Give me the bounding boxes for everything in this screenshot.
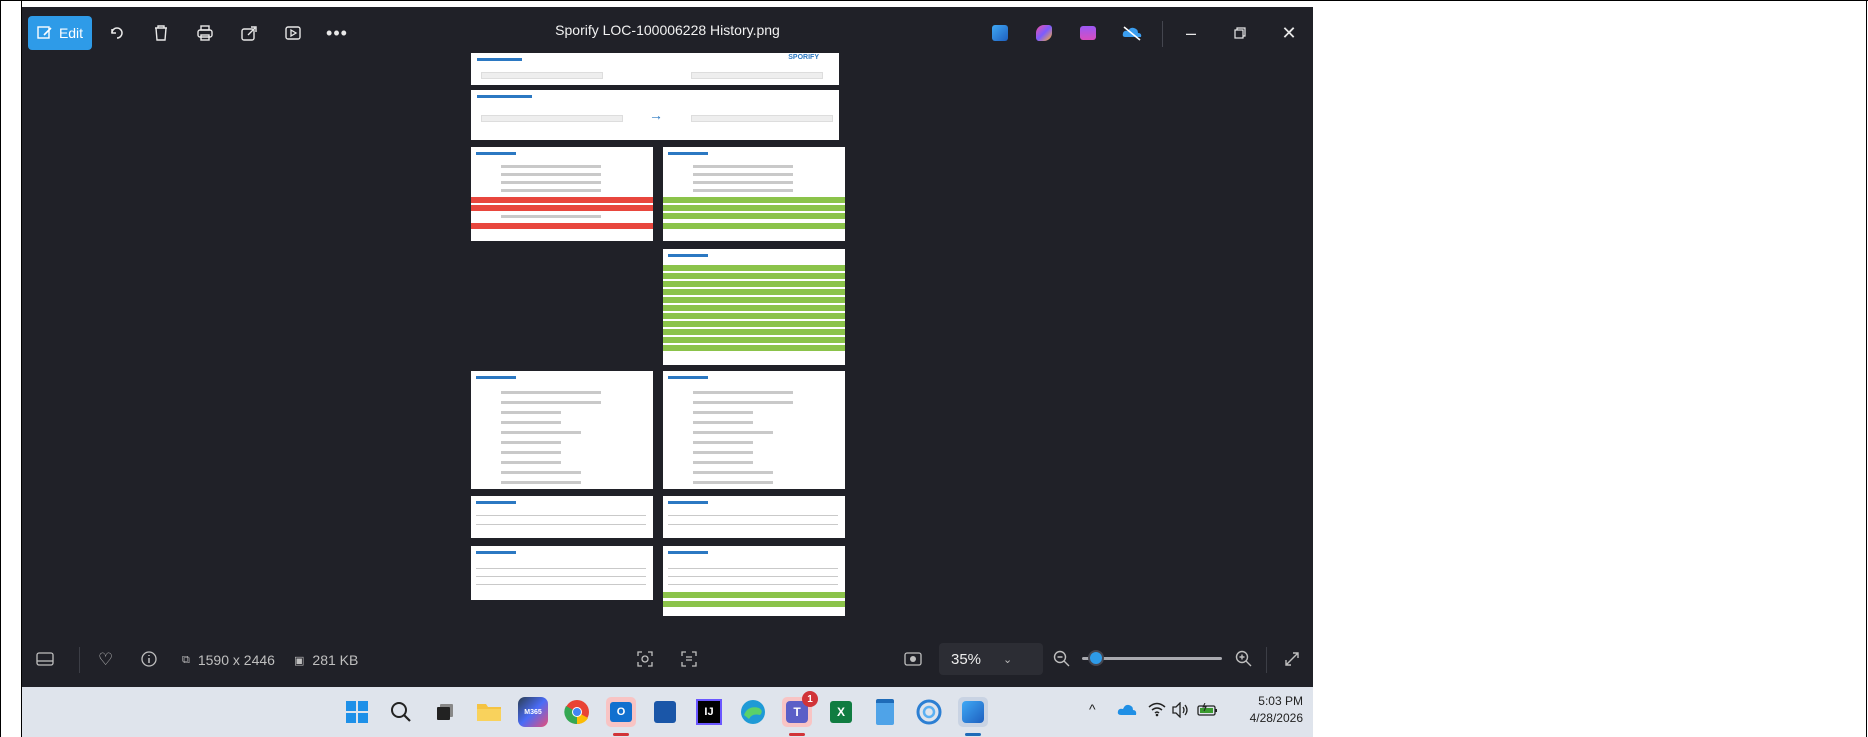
- edge-icon[interactable]: [738, 697, 768, 727]
- outer-border-top: [0, 0, 1868, 1]
- task-view-icon[interactable]: [430, 697, 460, 727]
- tray-overflow-icon[interactable]: ^: [1089, 701, 1096, 717]
- doc-mapping-right: [663, 546, 845, 616]
- doc-language-english-left: [471, 371, 653, 489]
- minimize-button[interactable]: –: [1174, 16, 1208, 50]
- ocr-text-icon[interactable]: [680, 650, 698, 668]
- taskbar: M365 O IJ T 1 X ^ 5:03 PM 4/28/2026: [22, 687, 1313, 737]
- zoom-out-icon[interactable]: [1053, 650, 1071, 668]
- zoom-dropdown[interactable]: 35% ⌄: [939, 643, 1043, 675]
- file-explorer-icon[interactable]: [474, 697, 504, 727]
- chrome-icon[interactable]: [562, 697, 592, 727]
- outlook-active-indicator: [613, 733, 629, 736]
- teams-badge: 1: [802, 691, 818, 707]
- copilot-taskbar-icon[interactable]: [914, 697, 944, 727]
- photos-window: Edit ••• Sporify LOC-100006228 History.p…: [22, 7, 1313, 687]
- dimensions-text: 1590 x 2446: [197, 652, 275, 668]
- start-icon[interactable]: [342, 697, 372, 727]
- image-canvas[interactable]: SPORIFY →: [22, 53, 1313, 641]
- clock-time: 5:03 PM: [1258, 694, 1303, 708]
- clock[interactable]: 5:03 PM 4/28/2026: [1237, 693, 1303, 727]
- doc-language-english-right: [663, 371, 845, 489]
- onedrive-tray-icon[interactable]: [1117, 703, 1137, 721]
- m365-icon[interactable]: M365: [518, 697, 548, 727]
- file-size-text: 281 KB: [312, 652, 359, 668]
- doc-location-details-right: [663, 147, 845, 241]
- doc-identifiers-left: [471, 496, 653, 538]
- doc-identifiers-right: [663, 496, 845, 538]
- doc-header-panel: SPORIFY: [471, 53, 839, 85]
- battery-icon[interactable]: [1197, 702, 1219, 722]
- bb-divider-1: [79, 647, 80, 673]
- teams-active-indicator: [789, 733, 805, 736]
- file-size: ▣ 281 KB: [294, 652, 358, 668]
- sporify-logo: SPORIFY: [788, 54, 819, 61]
- intellij-icon[interactable]: IJ: [694, 697, 724, 727]
- outlook-icon[interactable]: O: [606, 697, 636, 727]
- excel-icon[interactable]: X: [826, 697, 856, 727]
- restore-button[interactable]: [1223, 16, 1257, 50]
- zoom-value: 35%: [951, 650, 982, 668]
- doc-compare-panel: →: [471, 90, 839, 140]
- teams-icon[interactable]: T 1: [782, 691, 818, 727]
- arrow-right-icon: →: [649, 107, 663, 123]
- fit-screen-icon[interactable]: [904, 651, 922, 667]
- copilot-icon[interactable]: [1027, 16, 1061, 50]
- doc-location-details-left: [471, 147, 653, 241]
- info-icon[interactable]: [141, 651, 157, 667]
- notepad-icon[interactable]: [870, 697, 900, 727]
- zoom-in-icon[interactable]: [1235, 650, 1253, 668]
- onedrive-off-icon[interactable]: [1115, 16, 1149, 50]
- dimensions-icon: ⧉: [182, 653, 190, 666]
- bb-divider-2: [1266, 647, 1267, 673]
- close-button[interactable]: ✕: [1272, 16, 1306, 50]
- clock-date: 4/28/2026: [1249, 711, 1303, 725]
- volume-icon[interactable]: [1172, 701, 1190, 723]
- filmstrip-icon[interactable]: [36, 652, 54, 666]
- fullscreen-icon[interactable]: [1283, 650, 1301, 668]
- wifi-icon[interactable]: [1148, 701, 1166, 721]
- zoom-slider-thumb[interactable]: [1088, 650, 1105, 666]
- photos-app-icon[interactable]: [958, 697, 988, 727]
- photos-active-indicator: [965, 733, 981, 736]
- clipchamp-icon[interactable]: [1071, 16, 1105, 50]
- search-icon[interactable]: [386, 697, 416, 727]
- outer-border-right: [1866, 0, 1867, 737]
- image-dimensions: ⧉ 1590 x 2446: [182, 652, 275, 668]
- zoom-slider[interactable]: [1082, 647, 1222, 669]
- favorite-icon[interactable]: ♡: [98, 650, 113, 670]
- visual-search-icon[interactable]: [636, 650, 654, 668]
- toolbar-divider: [1162, 21, 1163, 47]
- paint-icon[interactable]: [983, 16, 1017, 50]
- ms-store-icon[interactable]: [650, 697, 680, 727]
- doc-mapping-left: [471, 546, 653, 600]
- chevron-down-icon: ⌄: [1003, 653, 1013, 666]
- doc-language-german: [663, 249, 845, 365]
- save-icon: ▣: [294, 654, 305, 667]
- outer-border-left: [0, 0, 1, 737]
